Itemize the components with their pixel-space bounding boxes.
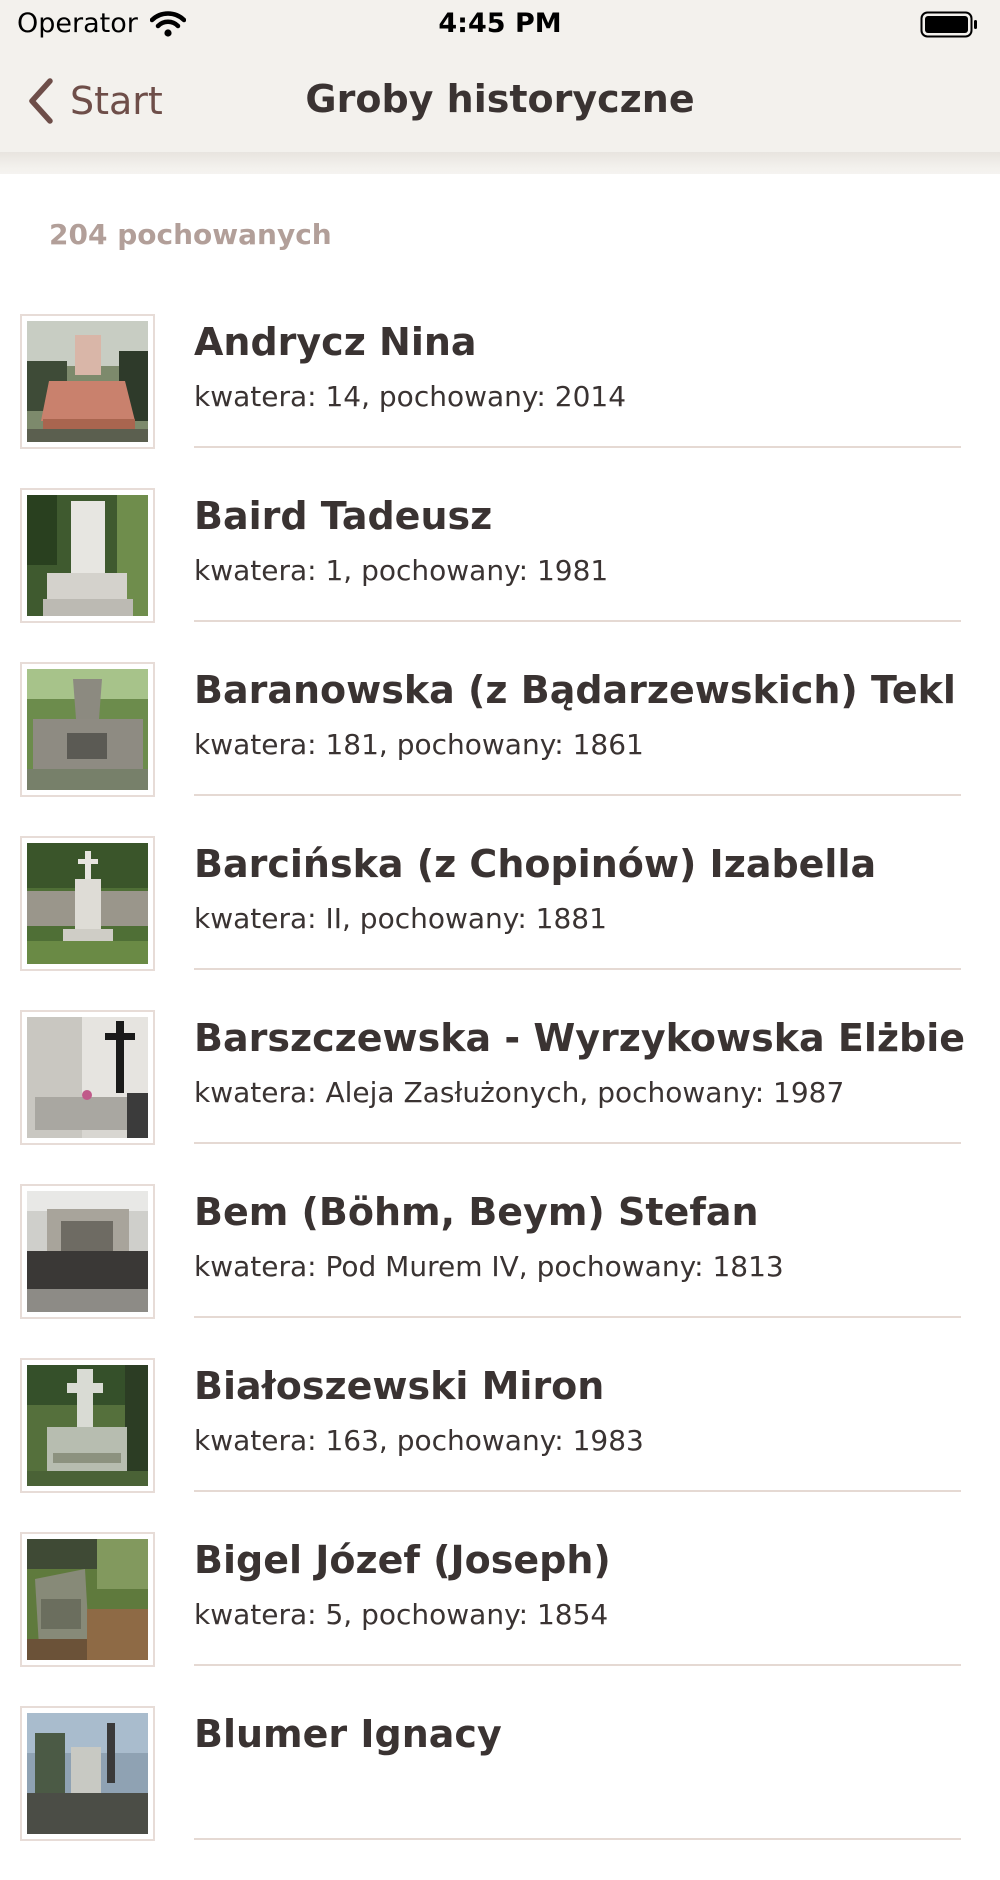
grave-photo <box>20 488 155 623</box>
list-item[interactable]: Barcińska (z Chopinów) Izabella kwatera:… <box>0 836 1000 1010</box>
grave-photo <box>20 1706 155 1841</box>
item-name: Białoszewski Miron <box>194 1364 605 1408</box>
divider <box>194 620 961 622</box>
divider <box>194 1142 961 1144</box>
divider <box>194 1838 961 1840</box>
item-name: Bem (Böhm, Beym) Stefan <box>194 1190 759 1234</box>
item-name: Andrycz Nina <box>194 320 477 364</box>
divider <box>194 1316 961 1318</box>
divider <box>194 1664 961 1666</box>
item-name: Barcińska (z Chopinów) Izabella <box>194 842 877 886</box>
list-item[interactable]: Bem (Böhm, Beym) Stefan kwatera: Pod Mur… <box>0 1184 1000 1358</box>
item-name: Baird Tadeusz <box>194 494 493 538</box>
grave-photo <box>20 836 155 971</box>
item-meta: kwatera: II, pochowany: 1881 <box>194 902 607 935</box>
list-item[interactable]: Barszczewska - Wyrzykowska Elżbie kwater… <box>0 1010 1000 1184</box>
item-name: Blumer Ignacy <box>194 1712 502 1756</box>
page-title: Groby historyczne <box>305 77 695 121</box>
grave-photo <box>20 1358 155 1493</box>
item-meta: kwatera: 14, pochowany: 2014 <box>194 380 627 413</box>
item-meta: kwatera: 163, pochowany: 1983 <box>194 1424 644 1457</box>
divider <box>194 446 961 448</box>
grave-photo <box>20 1010 155 1145</box>
grave-photo <box>20 662 155 797</box>
list-item[interactable]: Baird Tadeusz kwatera: 1, pochowany: 198… <box>0 488 1000 662</box>
list-item[interactable]: Andrycz Nina kwatera: 14, pochowany: 201… <box>0 314 1000 488</box>
nav-shadow <box>0 152 1000 174</box>
list-item[interactable]: Baranowska (z Bądarzewskich) Tekl kwater… <box>0 662 1000 836</box>
item-name: Baranowska (z Bądarzewskich) Tekl <box>194 668 956 712</box>
graves-list: Andrycz Nina kwatera: 14, pochowany: 201… <box>0 314 1000 1880</box>
grave-photo <box>20 314 155 449</box>
item-meta: kwatera: 181, pochowany: 1861 <box>194 728 644 761</box>
divider <box>194 968 961 970</box>
item-meta: kwatera: Pod Murem IV, pochowany: 1813 <box>194 1250 784 1283</box>
grave-photo <box>20 1532 155 1667</box>
list-item[interactable]: Bigel Józef (Joseph) kwatera: 5, pochowa… <box>0 1532 1000 1706</box>
item-meta: kwatera: 1, pochowany: 1981 <box>194 554 609 587</box>
list-item[interactable]: Blumer Ignacy <box>0 1706 1000 1880</box>
divider <box>194 794 961 796</box>
item-meta: kwatera: 5, pochowany: 1854 <box>194 1598 609 1631</box>
status-time: 4:45 PM <box>438 8 562 39</box>
burial-count: 204 pochowanych <box>49 218 332 251</box>
item-name: Bigel Józef (Joseph) <box>194 1538 611 1582</box>
item-meta: kwatera: Aleja Zasłużonych, pochowany: 1… <box>194 1076 845 1109</box>
battery-full-icon <box>920 11 977 38</box>
grave-photo <box>20 1184 155 1319</box>
status-bar: Operator 4:45 PM <box>0 0 1000 50</box>
divider <box>194 1490 961 1492</box>
list-item[interactable]: Białoszewski Miron kwatera: 163, pochowa… <box>0 1358 1000 1532</box>
item-name: Barszczewska - Wyrzykowska Elżbie <box>194 1016 966 1060</box>
